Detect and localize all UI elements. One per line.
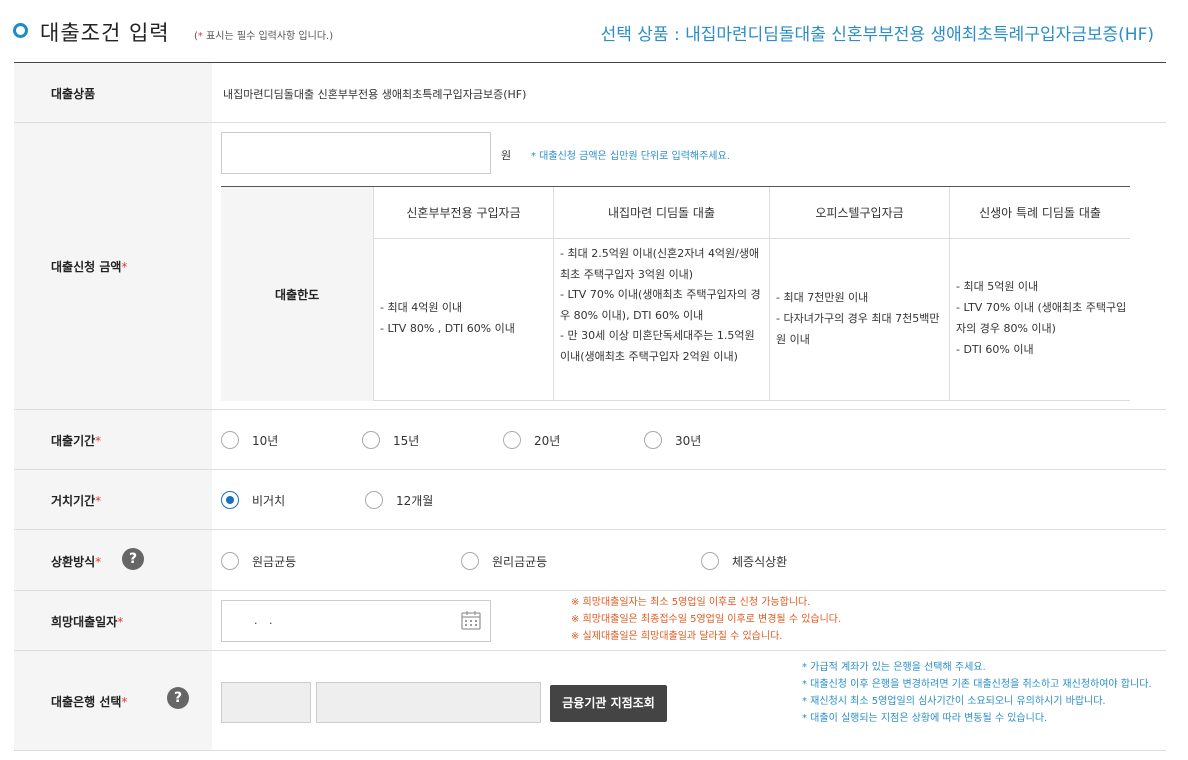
section-header: 대출조건 입력 (* 표시는 필수 입력사항 입니다.) 선택 상품 : 내집마… <box>0 0 1188 62</box>
period-row: 대출기간* 10년 15년 20년 30년 <box>14 410 1166 470</box>
help-icon[interactable]: ? <box>167 687 189 709</box>
amount-label: 대출신청 금액* <box>51 260 128 274</box>
amount-row: 대출신청 금액* 원 * 대출신청 금액은 십만원 단위로 입력해주세요. 대출… <box>14 123 1166 410</box>
period-option-30[interactable]: 30년 <box>644 431 701 449</box>
limit-col-content: - 최대 5억원 이내 - LTV 70% 이내 (생애최초 주택구입자의 경우… <box>950 239 1130 401</box>
limit-col-content: - 최대 4억원 이내 - LTV 80% , DTI 60% 이내 <box>374 239 554 401</box>
grace-label-cell: 거치기간* <box>14 470 212 529</box>
radio-icon[interactable] <box>701 552 719 570</box>
limit-col-header: 오피스텔구입자금 <box>770 187 950 239</box>
bank-label: 대출은행 선택* <box>51 695 128 709</box>
calendar-icon[interactable] <box>460 609 482 631</box>
radio-icon[interactable] <box>221 552 239 570</box>
limit-col-content: - 최대 2.5억원 이내(신혼2자녀 4억원/생애최초 주택구입자 3억원 이… <box>554 239 770 401</box>
repay-option-principal[interactable]: 원금균등 <box>221 552 296 570</box>
radio-icon[interactable] <box>365 491 383 509</box>
grace-option-none[interactable]: 비거치 <box>221 491 285 509</box>
help-icon[interactable]: ? <box>122 548 144 570</box>
date-warning: ※ 실제대출일은 희망대출일과 달라질 수 있습니다. <box>571 631 783 642</box>
repay-label-cell: 상환방식* ? <box>14 530 212 590</box>
required-note: (* 표시는 필수 입력사항 입니다.) <box>194 31 334 42</box>
grace-label: 거치기간* <box>51 494 102 508</box>
loan-conditions-form: 대출상품 내집마련디딤돌대출 신혼부부전용 생애최초특례구입자금보증(HF) 대… <box>14 62 1166 751</box>
bank-row: 대출은행 선택* ? 금융기관 지점조회 * 가급적 계좌가 있는 은행을 선택… <box>14 651 1166 751</box>
grace-option-12[interactable]: 12개월 <box>365 491 433 509</box>
period-option-10[interactable]: 10년 <box>221 431 278 449</box>
radio-icon[interactable] <box>221 491 239 509</box>
branch-search-button[interactable]: 금융기관 지점조회 <box>550 685 667 722</box>
bank-name-field[interactable] <box>221 682 311 723</box>
limit-col-content: - 최대 7천만원 이내 - 다자녀가구의 경우 최대 7천5백만원 이내 <box>770 239 950 401</box>
repay-row: 상환방식* ? 원금균등 원리금균등 체증식상환 <box>14 530 1166 591</box>
period-option-20[interactable]: 20년 <box>503 431 560 449</box>
date-label: 희망대출일자* <box>51 615 124 629</box>
bank-label-cell: 대출은행 선택* ? <box>14 651 212 750</box>
limit-label-cell: 대출한도 <box>221 187 374 401</box>
amount-input[interactable] <box>221 132 491 174</box>
date-input[interactable]: . . <box>221 600 491 642</box>
date-row: 희망대출일자* . . ※ 희망대출일자는 최소 5영업일 이후로 신청 가능합… <box>14 591 1166 651</box>
bank-branch-field[interactable] <box>316 682 541 723</box>
amount-label-cell: 대출신청 금액* <box>14 123 212 409</box>
selected-product-title: 선택 상품 : 내집마련디딤돌대출 신혼부부전용 생애최초특례구입자금보증(HF… <box>600 25 1154 45</box>
repay-option-graduated[interactable]: 체증식상환 <box>701 552 787 570</box>
radio-icon[interactable] <box>221 431 239 449</box>
product-label: 대출상품 <box>51 87 96 101</box>
date-label-cell: 희망대출일자* <box>14 591 212 650</box>
product-row: 대출상품 내집마련디딤돌대출 신혼부부전용 생애최초특례구입자금보증(HF) <box>14 63 1166 123</box>
period-option-15[interactable]: 15년 <box>362 431 419 449</box>
date-warning: ※ 희망대출일은 최종접수일 5영업일 이후로 변경될 수 있습니다. <box>571 614 842 625</box>
page-title: 대출조건 입력 <box>40 21 170 45</box>
radio-icon[interactable] <box>362 431 380 449</box>
date-warning: ※ 희망대출일자는 최소 5영업일 이후로 신청 가능합니다. <box>571 597 811 608</box>
loan-limit-table: 대출한도 신혼부부전용 구입자금 내집마련 디딤돌 대출 오피스텔구입자금 신생… <box>221 186 1130 402</box>
limit-col-header: 신혼부부전용 구입자금 <box>374 187 554 239</box>
limit-col-header: 내집마련 디딤돌 대출 <box>554 187 770 239</box>
amount-hint: * 대출신청 금액은 십만원 단위로 입력해주세요. <box>531 151 730 162</box>
period-label-cell: 대출기간* <box>14 410 212 469</box>
product-value: 내집마련디딤돌대출 신혼부부전용 생애최초특례구입자금보증(HF) <box>223 88 527 101</box>
amount-unit: 원 <box>501 149 512 162</box>
period-label: 대출기간* <box>51 434 102 448</box>
grace-row: 거치기간* 비거치 12개월 <box>14 470 1166 530</box>
bullet-circle-icon <box>13 23 28 38</box>
radio-icon[interactable] <box>644 431 662 449</box>
bank-notes: * 가급적 계좌가 있는 은행을 선택해 주세요. * 대출신청 이후 은행을 … <box>802 662 1152 724</box>
limit-label: 대출한도 <box>275 288 320 302</box>
product-label-cell: 대출상품 <box>14 63 212 122</box>
radio-icon[interactable] <box>503 431 521 449</box>
limit-col-header: 신생아 특례 디딤돌 대출 <box>950 187 1130 239</box>
repay-option-annuity[interactable]: 원리금균등 <box>461 552 547 570</box>
radio-icon[interactable] <box>461 552 479 570</box>
repay-label: 상환방식* <box>51 555 102 569</box>
